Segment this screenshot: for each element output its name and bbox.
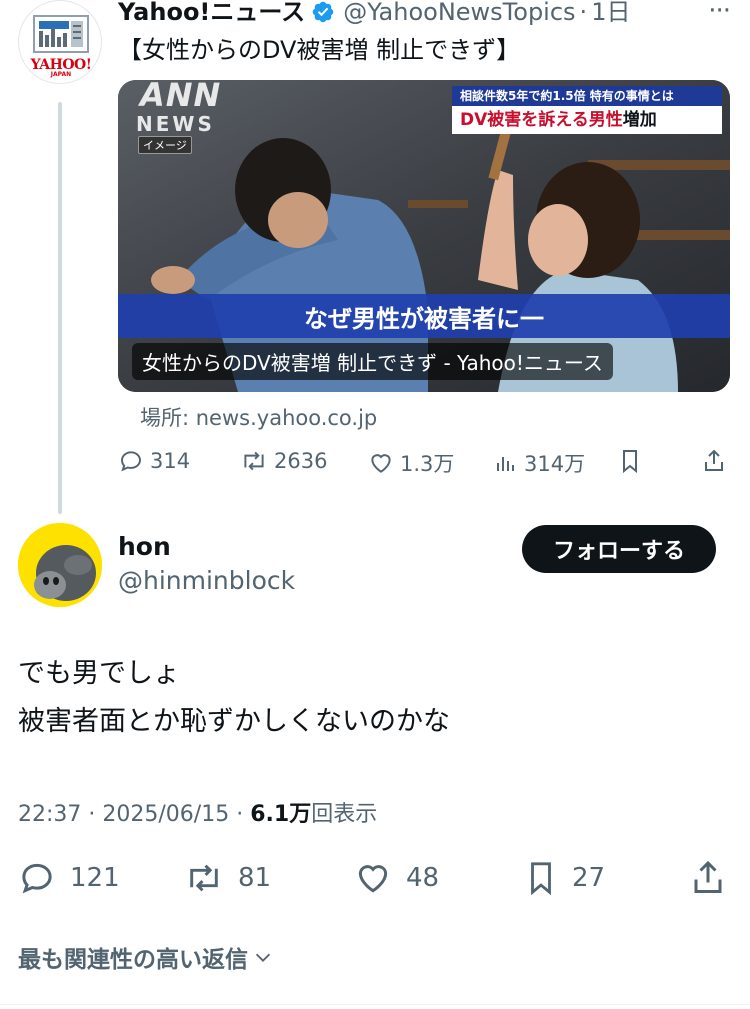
reply-count: 314 [150, 449, 191, 473]
main-display-name[interactable]: hon [118, 532, 171, 561]
replies-sort-dropdown[interactable]: 最も関連性の高い返信 [18, 940, 274, 974]
main-bookmark-count: 27 [572, 863, 606, 893]
retweet-action[interactable]: 2636 [240, 448, 327, 474]
quoted-display-name[interactable]: Yahoo!ニュース [118, 0, 305, 28]
main-share-action[interactable] [690, 856, 726, 900]
meta-dot-2: · [236, 802, 244, 827]
header-separator: · [579, 0, 588, 26]
tweet-date[interactable]: 2025/06/15 [102, 802, 229, 827]
yahoo-news-logo-icon [33, 15, 89, 53]
main-tweet-text-line-2: 被害者面とか恥ずかしくないのかな [18, 706, 450, 737]
headline-main-box: DV被害を訴える男性増加 [452, 106, 722, 134]
main-reply-action[interactable]: 121 [18, 856, 120, 900]
like-count: 1.3万 [400, 452, 455, 476]
analytics-icon [497, 457, 514, 471]
heart-icon [358, 865, 388, 893]
quoted-tweet-actions: 314 2636 1.3万 314万 [118, 448, 730, 480]
reply-icon [22, 863, 52, 894]
meta-dot: · [88, 802, 96, 827]
ann-label: ANN [140, 80, 222, 114]
main-retweet-count: 81 [238, 863, 272, 893]
headline-main-text: DV被害を訴える男性 [460, 110, 623, 130]
reply-action[interactable]: 314 [118, 448, 190, 474]
image-tag-label: イメージ [138, 136, 192, 154]
news-headline-box: 相談件数5年で約1.5倍 特有の事情とは DV被害を訴える男性増加 [452, 82, 722, 134]
news-link-card[interactable]: ANN NEWS イメージ 相談件数5年で約1.5倍 特有の事情とは DV被害を… [118, 80, 730, 392]
card-source-location[interactable]: 場所: news.yahoo.co.jp [140, 402, 377, 432]
views-action[interactable]: 314万 [494, 448, 585, 478]
main-retweet-action[interactable]: 81 [184, 856, 271, 900]
retweet-icon [244, 451, 264, 471]
quoted-handle[interactable]: @YahooNewsTopics [343, 0, 575, 28]
quoted-tweet-header: Yahoo!ニュース @YahooNewsTopics · 1日 [118, 0, 630, 28]
heart-icon [371, 454, 391, 473]
quoted-tweet-text: 【女性からのDV被害増 制止できず】 [118, 36, 521, 64]
follow-button[interactable]: フォローする [522, 525, 716, 573]
news-label: NEWS [136, 112, 215, 136]
thread-connector-line [58, 102, 62, 514]
more-options-icon[interactable]: ··· [708, 0, 731, 26]
bookmark-icon [531, 862, 551, 896]
tweet-time[interactable]: 22:37 [18, 802, 81, 827]
tweet-view-count: 6.1万 [250, 802, 312, 827]
like-action[interactable]: 1.3万 [368, 448, 454, 478]
share-icon [694, 860, 722, 893]
reply-icon [121, 451, 141, 472]
tweet-view-label: 回表示 [311, 802, 378, 827]
main-tweet-actions: 121 81 48 27 [18, 856, 730, 900]
main-tweet-text-line-1: でも男でしょ [18, 658, 180, 689]
bookmark-action[interactable] [618, 448, 642, 474]
yahoo-logo-subtext: JAPAN [50, 71, 72, 78]
chevron-down-icon [255, 953, 271, 962]
main-handle[interactable]: @hinminblock [118, 566, 295, 595]
hon-avatar-image [18, 523, 102, 607]
headline-top-text: 相談件数5年で約1.5倍 特有の事情とは [452, 86, 722, 106]
avatar-yahoo-news[interactable]: YAHOO! JAPAN [18, 0, 102, 84]
tweet-timestamp-line: 22:37 · 2025/06/15 · 6.1万回表示 [18, 796, 377, 828]
replies-sort-label: 最も関連性の高い返信 [18, 947, 248, 973]
section-divider [0, 1004, 750, 1005]
main-reply-count: 121 [70, 863, 120, 893]
share-icon [705, 449, 723, 471]
ann-news-logo: ANN NEWS イメージ [132, 80, 252, 156]
main-bookmark-action[interactable]: 27 [524, 856, 605, 900]
bookmark-icon [623, 450, 637, 474]
news-subtitle-text: なぜ男性が被害者に一 [304, 304, 544, 333]
headline-accent-text: 増加 [622, 110, 657, 130]
verified-badge-icon [312, 1, 334, 23]
main-like-action[interactable]: 48 [354, 856, 439, 900]
avatar-hon[interactable] [18, 523, 102, 607]
share-action[interactable] [702, 448, 726, 474]
quoted-time[interactable]: 1日 [591, 0, 630, 28]
news-subtitle-band: なぜ男性が被害者に一 [118, 294, 730, 338]
views-count: 314万 [524, 452, 586, 476]
retweet-icon [190, 864, 218, 892]
card-caption: 女性からのDV被害増 制止できず - Yahoo!ニュース [132, 343, 613, 380]
main-like-count: 48 [406, 863, 440, 893]
retweet-count: 2636 [274, 449, 328, 473]
